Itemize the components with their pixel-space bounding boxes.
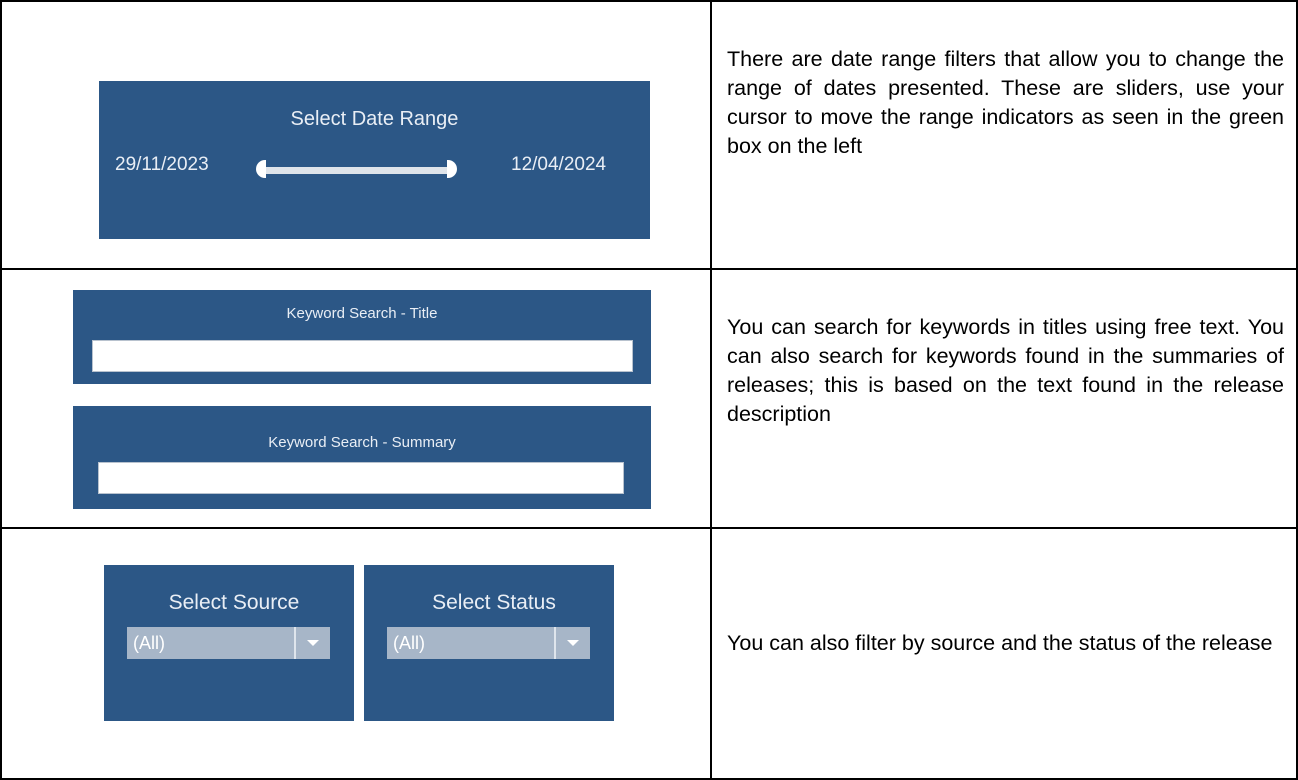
keyword-search-summary-panel: Keyword Search - Summary xyxy=(73,406,651,509)
status-filter-label: Select Status xyxy=(432,591,556,614)
date-range-title: Select Date Range xyxy=(290,108,459,130)
source-filter-value: (All) xyxy=(133,633,165,653)
keyword-search-description: You can search for keywords in titles us… xyxy=(727,315,1284,426)
date-range-slider[interactable] xyxy=(258,167,454,174)
table-row-divider xyxy=(0,268,1298,270)
date-range-start: 29/11/2023 xyxy=(115,154,209,175)
status-dropdown-button[interactable] xyxy=(556,627,590,659)
table-column-divider xyxy=(710,0,712,780)
status-filter-select[interactable]: (All) xyxy=(387,627,590,659)
table-border-left xyxy=(0,0,2,780)
status-filter-panel: Select Status (All) xyxy=(364,565,614,721)
date-range-end: 12/04/2024 xyxy=(511,154,607,175)
chevron-down-icon xyxy=(567,640,579,646)
date-range-end-handle[interactable] xyxy=(447,160,457,178)
date-range-description: There are date range filters that allow … xyxy=(727,47,1284,158)
source-status-description: You can also filter by source and the st… xyxy=(727,631,1273,655)
status-filter-value: (All) xyxy=(393,633,425,653)
keyword-search-summary-label: Keyword Search - Summary xyxy=(268,434,456,451)
date-range-slider-fill xyxy=(258,167,454,174)
source-filter-panel: Select Source (All) xyxy=(104,565,354,721)
source-dropdown-button[interactable] xyxy=(296,627,330,659)
keyword-search-title-panel: Keyword Search - Title xyxy=(73,290,651,384)
source-filter-select[interactable]: (All) xyxy=(127,627,330,659)
date-range-filter: Select Date Range 29/11/2023 12/04/2024 xyxy=(99,81,650,239)
table-row-divider xyxy=(0,527,1298,529)
source-filter-label: Select Source xyxy=(168,591,300,614)
table-border-top xyxy=(0,0,1298,2)
keyword-search-title-input[interactable] xyxy=(92,340,633,372)
instruction-table: Select Date Range 29/11/2023 12/04/2024 … xyxy=(0,0,1298,780)
chevron-down-icon xyxy=(307,640,319,646)
keyword-search-summary-input[interactable] xyxy=(98,462,624,494)
keyword-search-title-label: Keyword Search - Title xyxy=(286,305,438,322)
date-range-start-handle[interactable] xyxy=(256,160,266,178)
